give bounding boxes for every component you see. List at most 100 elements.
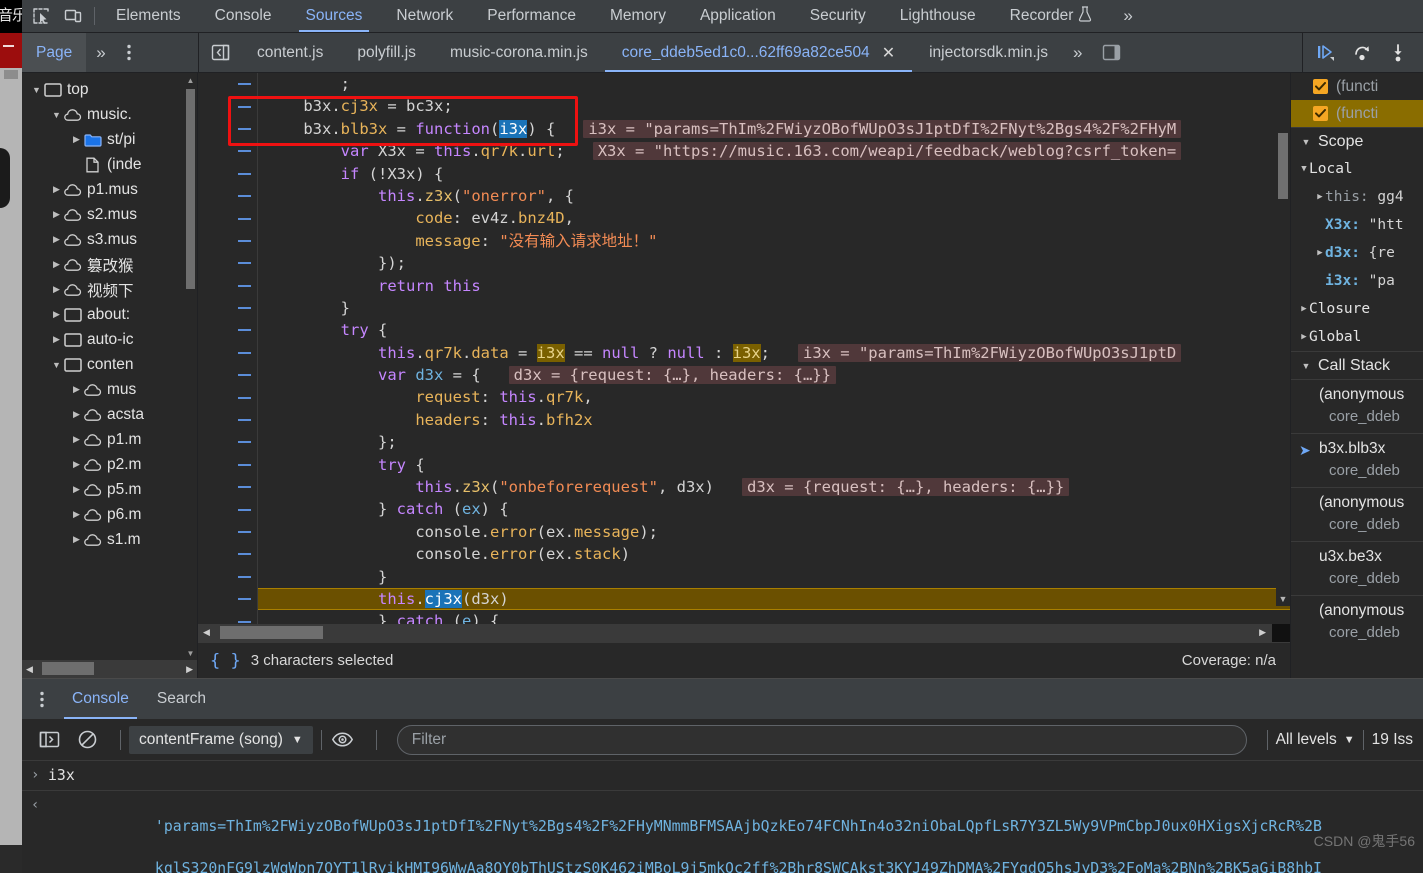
call-stack-item[interactable]: (anonymous core_ddeb <box>1291 595 1423 649</box>
tab-recorder[interactable]: Recorder <box>993 0 1110 32</box>
gutter-line[interactable] <box>198 297 257 319</box>
file-tab-content-js[interactable]: content.js <box>240 33 340 72</box>
console-context-selector[interactable]: contentFrame (song) ▼ <box>129 725 313 754</box>
code-line[interactable]: } catch (ex) { <box>258 498 1290 520</box>
editor-horizontal-scrollbar[interactable]: ◀ ▶ <box>198 624 1290 642</box>
code-line[interactable]: } <box>258 297 1290 319</box>
gutter-line[interactable] <box>198 588 257 610</box>
tree-item-about[interactable]: ▶ about: <box>22 302 197 327</box>
device-toolbar-icon[interactable] <box>62 5 84 27</box>
chevron-right-icon[interactable]: ▶ <box>70 134 83 145</box>
code-line[interactable]: request: this.qr7k, <box>258 386 1290 408</box>
tree-item-p6m[interactable]: ▶ p6.m <box>22 502 197 527</box>
code-line[interactable]: this.z3x("onbeforerequest", d3x) d3x = {… <box>258 476 1290 498</box>
tree-item-[interactable]: ▶ 篡改猴 <box>22 252 197 277</box>
tree-item-[interactable]: ▶ 视频下 <box>22 277 197 302</box>
chevron-right-icon[interactable]: ▶ <box>1299 332 1309 342</box>
tree-item-top[interactable]: ▼ top <box>22 77 197 102</box>
chevron-right-icon[interactable]: ▶ <box>70 509 83 520</box>
tree-item-p1mus[interactable]: ▶ p1.mus <box>22 177 197 202</box>
code-line[interactable]: console.error(ex.stack) <box>258 543 1290 565</box>
code-line[interactable]: b3x.cj3x = bc3x; <box>258 95 1290 117</box>
close-icon[interactable]: ✕ <box>882 43 895 63</box>
code-line[interactable]: this.z3x("onerror", { <box>258 185 1290 207</box>
code-line[interactable]: if (!X3x) { <box>258 163 1290 185</box>
breakpoint-item[interactable]: (functi <box>1291 100 1423 127</box>
tree-item-music[interactable]: ▼ music. <box>22 102 197 127</box>
gutter-line[interactable] <box>198 319 257 341</box>
call-stack-item[interactable]: u3x.be3x core_ddeb <box>1291 541 1423 595</box>
file-tabs-more-button[interactable]: » <box>1065 33 1090 72</box>
scope-row[interactable]: ▶ Closure <box>1291 295 1423 323</box>
drawer-options-icon[interactable] <box>22 679 58 719</box>
chevron-down-icon[interactable]: ▼ <box>50 360 63 370</box>
tree-item-p2m[interactable]: ▶ p2.m <box>22 452 197 477</box>
tree-item-s2mus[interactable]: ▶ s2.mus <box>22 202 197 227</box>
issues-count-badge[interactable]: 19 Iss <box>1372 731 1413 749</box>
chevron-right-icon[interactable]: ▶ <box>50 209 63 220</box>
gutter-line[interactable] <box>198 521 257 543</box>
code-line[interactable]: var X3x = this.qr7k.url; X3x = "https://… <box>258 140 1290 162</box>
code-line[interactable]: b3x.blb3x = function(i3x) { i3x = "param… <box>258 118 1290 140</box>
tree-item-conten[interactable]: ▼ conten <box>22 352 197 377</box>
scroll-up-arrow-icon[interactable]: ▲ <box>186 75 195 87</box>
tree-item-autoic[interactable]: ▶ auto-ic <box>22 327 197 352</box>
editor-hscrollbar-thumb[interactable] <box>220 626 323 639</box>
editor-gutter[interactable] <box>198 73 258 624</box>
debugger-sidebar[interactable]: (functi(functi ▼ Scope ▼Local▶this: gg4▶… <box>1290 73 1423 678</box>
code-line[interactable]: return this <box>258 275 1290 297</box>
code-line[interactable]: }); <box>258 252 1290 274</box>
scope-row[interactable]: ▶i3x: "pa <box>1291 267 1423 295</box>
scope-section-header[interactable]: ▼ Scope <box>1291 127 1423 155</box>
navigator-vertical-scrollbar[interactable]: ▲ ▼ <box>186 75 195 660</box>
gutter-line[interactable] <box>198 610 257 624</box>
gutter-line[interactable] <box>198 431 257 453</box>
code-line[interactable]: ; <box>258 73 1290 95</box>
chevron-right-icon[interactable]: ▶ <box>70 384 83 395</box>
step-into-next-function-call-icon[interactable] <box>1387 42 1409 64</box>
checkbox-checked-icon[interactable] <box>1313 79 1328 94</box>
tab-console[interactable]: Console <box>198 0 289 32</box>
scroll-left-arrow-icon[interactable]: ◀ <box>26 664 33 675</box>
call-stack-section-header[interactable]: ▼ Call Stack <box>1291 351 1423 379</box>
gutter-line[interactable] <box>198 409 257 431</box>
chevron-right-icon[interactable]: ▶ <box>1299 304 1309 314</box>
live-expressions-eye-icon[interactable] <box>330 727 356 753</box>
console-log-level-selector[interactable]: All levels ▼ <box>1276 731 1355 749</box>
scrollbar-thumb[interactable] <box>186 89 195 289</box>
editor-code-column[interactable]: ; b3x.cj3x = bc3x; b3x.blb3x = function(… <box>258 73 1290 624</box>
editor-scroll-right-icon[interactable]: ▶ <box>1259 627 1266 638</box>
tab-application[interactable]: Application <box>683 0 793 32</box>
scope-row[interactable]: ▶ Global <box>1291 323 1423 351</box>
scope-row[interactable]: ▼ Local <box>1291 155 1423 183</box>
code-line[interactable]: this.qr7k.data = i3x == null ? null : i3… <box>258 342 1290 364</box>
show-debugger-sidebar-icon[interactable] <box>1090 33 1131 72</box>
gutter-line[interactable] <box>198 185 257 207</box>
chevron-right-icon[interactable]: ▶ <box>70 484 83 495</box>
call-stack-item[interactable]: (anonymous core_ddeb <box>1291 379 1423 433</box>
tab-network[interactable]: Network <box>379 0 470 32</box>
gutter-line[interactable] <box>198 454 257 476</box>
gutter-line[interactable] <box>198 275 257 297</box>
code-line[interactable]: headers: this.bfh2x <box>258 409 1290 431</box>
code-line[interactable]: message: "没有输入请求地址！" <box>258 230 1290 252</box>
code-line[interactable]: } catch (e) { <box>258 610 1290 624</box>
editor-scroll-left-icon[interactable]: ◀ <box>203 627 210 638</box>
chevron-right-icon[interactable]: ▶ <box>50 184 63 195</box>
breakpoint-item[interactable]: (functi <box>1291 73 1423 100</box>
gutter-line[interactable] <box>198 163 257 185</box>
gutter-line[interactable] <box>198 566 257 588</box>
chevron-right-icon[interactable]: ▶ <box>50 234 63 245</box>
chevron-right-icon[interactable]: ▶ <box>70 409 83 420</box>
tree-item-stpi[interactable]: ▶ st/pi <box>22 127 197 152</box>
gutter-line[interactable] <box>198 230 257 252</box>
resume-script-execution-icon[interactable] <box>1315 42 1337 64</box>
drawer-tab-console[interactable]: Console <box>58 679 143 719</box>
pretty-print-braces-icon[interactable]: { } <box>210 651 241 671</box>
step-over-next-function-call-icon[interactable] <box>1351 42 1373 64</box>
code-line[interactable]: }; <box>258 431 1290 453</box>
chevron-down-icon[interactable]: ▼ <box>50 110 63 120</box>
code-line[interactable]: try { <box>258 454 1290 476</box>
gutter-line[interactable] <box>198 73 257 95</box>
chevron-right-icon[interactable]: ▶ <box>50 284 63 295</box>
